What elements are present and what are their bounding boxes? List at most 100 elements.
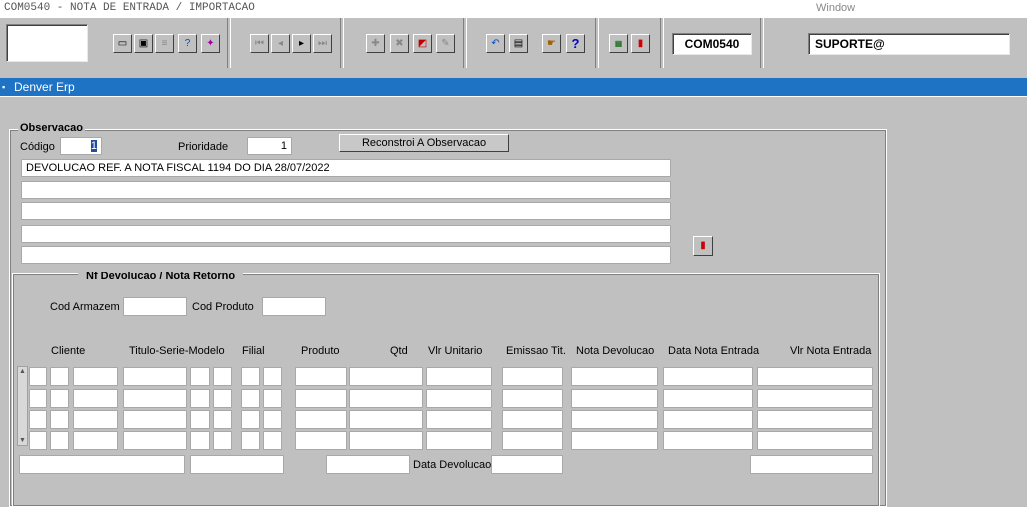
- last-record-icon[interactable]: ⏭: [313, 34, 332, 53]
- cod-armazem-input[interactable]: [123, 297, 187, 316]
- grid-cell[interactable]: [190, 410, 210, 429]
- grid-cell[interactable]: [571, 431, 658, 450]
- grid-cell[interactable]: [190, 389, 210, 408]
- grid-cell[interactable]: [571, 367, 658, 386]
- grid-cell[interactable]: [73, 389, 118, 408]
- window-title: COM0540 - NOTA DE ENTRADA / IMPORTACAO: [4, 2, 255, 14]
- grid-cell[interactable]: [213, 367, 232, 386]
- next-record-icon[interactable]: ▸: [292, 34, 311, 53]
- observacao-line-1[interactable]: DEVOLUCAO REF. A NOTA FISCAL 1194 DO DIA…: [21, 159, 671, 177]
- grid-cell[interactable]: [349, 389, 423, 408]
- grid-cell[interactable]: [426, 367, 492, 386]
- grid-cell[interactable]: [502, 367, 563, 386]
- exit-icon[interactable]: ▮: [631, 34, 650, 53]
- save-icon[interactable]: ▭: [113, 34, 132, 53]
- grid-scrollbar[interactable]: ▲ ▼: [17, 366, 28, 446]
- grid-cell[interactable]: [241, 410, 260, 429]
- scroll-up-icon[interactable]: ▲: [19, 368, 26, 375]
- grid-cell[interactable]: [241, 389, 260, 408]
- codigo-input[interactable]: 1: [60, 137, 102, 155]
- grid-cell[interactable]: [757, 389, 873, 408]
- execute-query-icon[interactable]: ✦: [201, 34, 220, 53]
- delete-record-icon[interactable]: ✖: [390, 34, 409, 53]
- grid-cell[interactable]: [502, 431, 563, 450]
- grid-cell[interactable]: [426, 389, 492, 408]
- grid-cell[interactable]: [295, 367, 347, 386]
- footer-field-2[interactable]: [190, 455, 284, 474]
- observacao-line-3[interactable]: [21, 202, 671, 220]
- previous-record-icon[interactable]: ◂: [271, 34, 290, 53]
- footer-field-3[interactable]: [326, 455, 410, 474]
- grid-cell[interactable]: [349, 410, 423, 429]
- footer-field-1[interactable]: [19, 455, 185, 474]
- clear-form-icon[interactable]: ◩: [413, 34, 432, 53]
- grid-cell[interactable]: [571, 389, 658, 408]
- grid-cell[interactable]: [663, 410, 753, 429]
- grid-cell[interactable]: [50, 367, 69, 386]
- grid-cell[interactable]: [263, 410, 282, 429]
- grid-cell[interactable]: [50, 431, 69, 450]
- grid-cell[interactable]: [123, 410, 187, 429]
- grid-cell[interactable]: [263, 431, 282, 450]
- grid-cell[interactable]: [50, 389, 69, 408]
- grid-cell[interactable]: [757, 410, 873, 429]
- help-query-icon[interactable]: ?: [178, 34, 197, 53]
- grid-cell[interactable]: [426, 410, 492, 429]
- grid-cell[interactable]: [29, 431, 47, 450]
- grid-cell[interactable]: [73, 367, 118, 386]
- clipboard-icon[interactable]: ▤: [509, 34, 528, 53]
- grid-cell[interactable]: [50, 410, 69, 429]
- exit-observacao-icon[interactable]: ▮: [693, 236, 713, 256]
- observacao-line-5[interactable]: [21, 246, 671, 264]
- window-icon[interactable]: ▣: [134, 34, 153, 53]
- reconstroi-observacao-button[interactable]: Reconstroi A Observacao: [339, 134, 509, 152]
- grid-cell[interactable]: [73, 431, 118, 450]
- grid-cell[interactable]: [213, 431, 232, 450]
- grid-cell[interactable]: [757, 367, 873, 386]
- grid-cell[interactable]: [349, 367, 423, 386]
- grid-cell[interactable]: [295, 389, 347, 408]
- grid-cell[interactable]: [73, 410, 118, 429]
- insert-record-icon[interactable]: ✚: [366, 34, 385, 53]
- grid-cell[interactable]: [663, 389, 753, 408]
- grid-cell[interactable]: [426, 431, 492, 450]
- grid-cell[interactable]: [29, 410, 47, 429]
- grid-cell[interactable]: [663, 367, 753, 386]
- grid-cell[interactable]: [123, 389, 187, 408]
- scroll-down-icon[interactable]: ▼: [19, 437, 26, 444]
- grid-cell[interactable]: [123, 367, 187, 386]
- grid-cell[interactable]: [29, 367, 47, 386]
- grid-cell[interactable]: [263, 389, 282, 408]
- grid-cell[interactable]: [663, 431, 753, 450]
- observacao-line-4[interactable]: [21, 225, 671, 243]
- grid-cell[interactable]: [190, 367, 210, 386]
- settings-icon[interactable]: ☛: [542, 34, 561, 53]
- grid-cell[interactable]: [29, 389, 47, 408]
- data-devolucao-input[interactable]: [491, 455, 563, 474]
- undo-icon[interactable]: ↶: [486, 34, 505, 53]
- grid-cell[interactable]: [295, 431, 347, 450]
- grid-cell[interactable]: [502, 389, 563, 408]
- grid-cell[interactable]: [502, 410, 563, 429]
- grid-cell[interactable]: [123, 431, 187, 450]
- window-menu[interactable]: Window: [816, 2, 855, 14]
- prioridade-input[interactable]: 1: [247, 137, 292, 155]
- grid-cell[interactable]: [213, 389, 232, 408]
- cod-produto-input[interactable]: [262, 297, 326, 316]
- grid-cell[interactable]: [213, 410, 232, 429]
- grid-cell[interactable]: [757, 431, 873, 450]
- first-record-icon[interactable]: ⏮: [250, 34, 269, 53]
- grid-cell[interactable]: [349, 431, 423, 450]
- grid-cell[interactable]: [241, 367, 260, 386]
- grid-cell[interactable]: [295, 410, 347, 429]
- edit-icon[interactable]: ✎: [436, 34, 455, 53]
- grid-cell[interactable]: [190, 431, 210, 450]
- grid-cell[interactable]: [571, 410, 658, 429]
- grid-cell[interactable]: [241, 431, 260, 450]
- help-icon[interactable]: ?: [566, 34, 585, 53]
- print-icon[interactable]: ≡: [155, 34, 174, 53]
- grid-cell[interactable]: [263, 367, 282, 386]
- footer-field-4[interactable]: [750, 455, 873, 474]
- menu-icon[interactable]: ▦: [609, 34, 628, 53]
- observacao-line-2[interactable]: [21, 181, 671, 199]
